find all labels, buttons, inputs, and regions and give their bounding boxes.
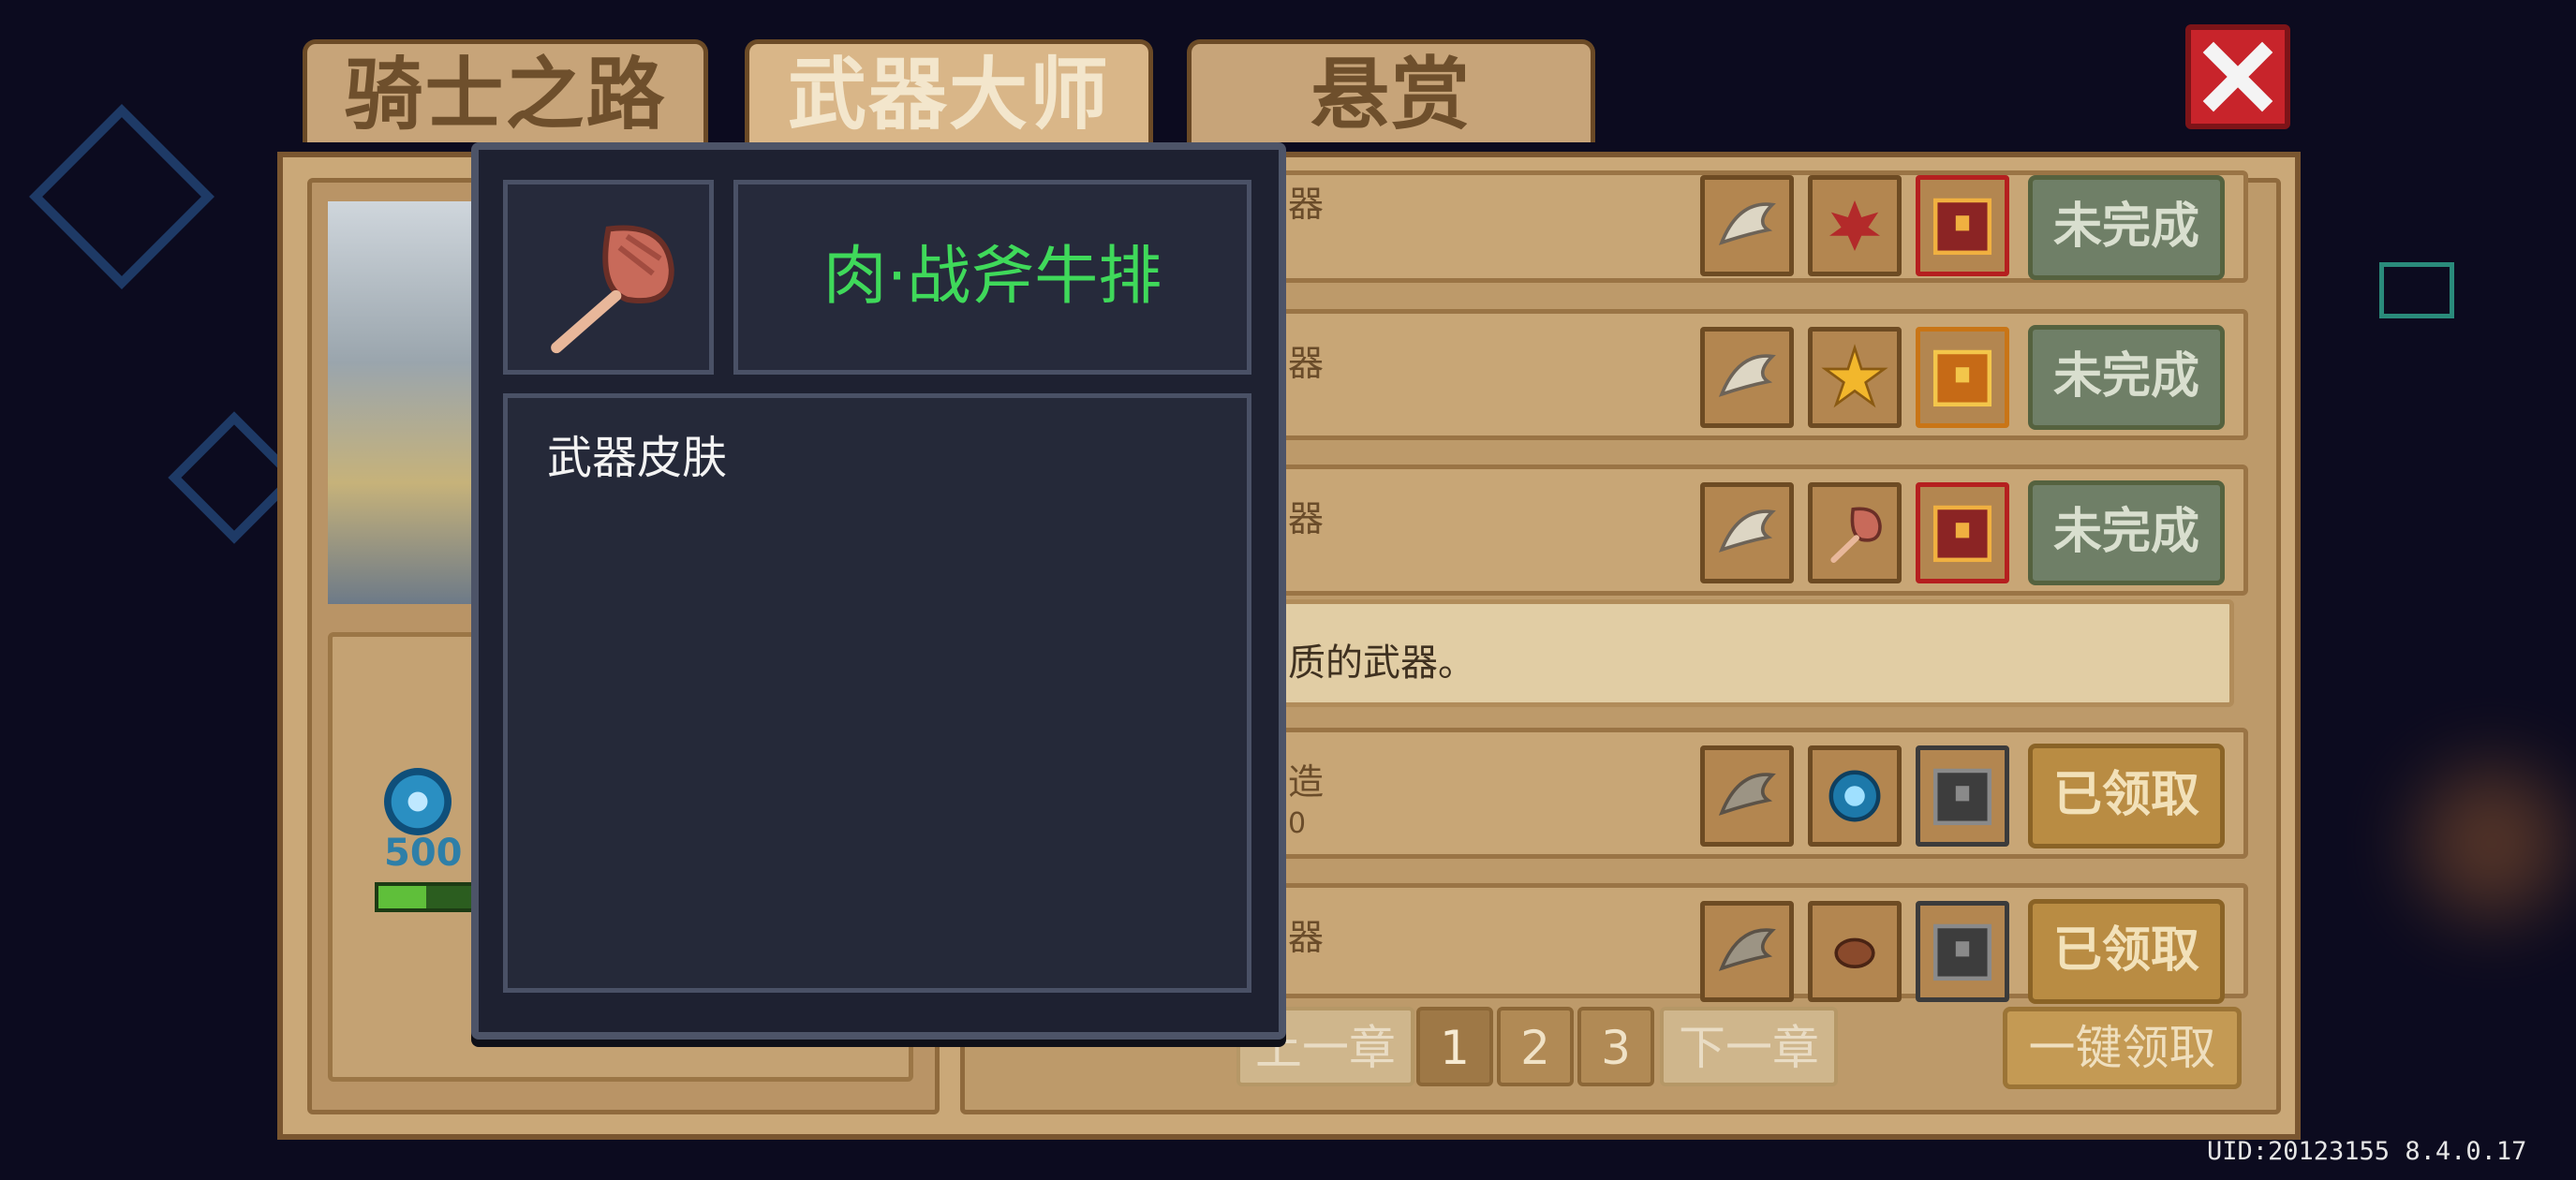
reward-slot[interactable] xyxy=(1700,482,1794,583)
status-button[interactable]: 已领取 xyxy=(2028,899,2225,1004)
chest-icon xyxy=(1932,505,1992,563)
status-button[interactable]: 已领取 xyxy=(2028,744,2225,848)
uid-version-label: UID:20123155 8.4.0.17 xyxy=(2207,1137,2527,1166)
close-icon xyxy=(2202,41,2273,112)
reward-slot[interactable] xyxy=(1700,745,1794,847)
reward-slot[interactable] xyxy=(1700,175,1794,276)
wing-icon xyxy=(1718,354,1776,397)
item-name: 肉·战斧牛排 xyxy=(733,180,1251,375)
reward-slot[interactable] xyxy=(1916,327,2009,428)
status-button[interactable]: 未完成 xyxy=(2028,480,2225,585)
blue-coin-icon xyxy=(384,768,452,835)
reward-slot[interactable] xyxy=(1808,901,1902,1002)
wing-icon xyxy=(1718,509,1776,553)
tab-knight-path[interactable]: 骑士之路 xyxy=(303,39,708,142)
task-title: 器 xyxy=(1288,184,1325,225)
task-description-text: 质的武器。 xyxy=(1288,642,1475,685)
wing-icon xyxy=(1718,928,1776,971)
task-title: 器 xyxy=(1288,343,1325,384)
reward-slot[interactable] xyxy=(1700,327,1794,428)
chest-icon xyxy=(1932,923,1992,981)
page-button-3[interactable]: 3 xyxy=(1577,1007,1654,1086)
reward-slot[interactable] xyxy=(1916,175,2009,276)
blue-coin-icon xyxy=(1828,770,1881,822)
reward-slot[interactable] xyxy=(1808,745,1902,847)
item-icon-box xyxy=(503,180,714,375)
tab-weapon-master[interactable]: 武器大师 xyxy=(745,39,1153,142)
page-button-1[interactable]: 1 xyxy=(1416,1007,1493,1086)
reward-slot[interactable] xyxy=(1808,327,1902,428)
item-description-box: 武器皮肤 xyxy=(503,393,1251,993)
item-type-label: 武器皮肤 xyxy=(547,432,728,484)
status-button[interactable]: 未完成 xyxy=(2028,325,2225,430)
background-crystal xyxy=(29,104,215,289)
maple-leaf-icon xyxy=(1829,200,1880,251)
claim-all-button[interactable]: 一键领取 xyxy=(2003,1007,2242,1089)
meat-axe-icon xyxy=(1830,507,1882,563)
progress-fill xyxy=(378,886,426,908)
tab-bounty[interactable]: 悬赏 xyxy=(1187,39,1595,142)
wing-icon xyxy=(1718,773,1776,816)
scene-preview xyxy=(328,201,478,604)
wing-icon xyxy=(1718,202,1776,245)
reward-slot[interactable] xyxy=(1808,175,1902,276)
star-icon xyxy=(1821,344,1888,408)
meat-icon xyxy=(1834,937,1875,968)
meat-axe-icon xyxy=(551,225,674,354)
task-title: 器 xyxy=(1288,498,1325,539)
chest-icon xyxy=(1932,198,1992,256)
task-subtitle: 0 xyxy=(1288,807,1307,840)
close-button[interactable] xyxy=(2185,24,2290,129)
status-button[interactable]: 未完成 xyxy=(2028,175,2225,280)
reward-progress-bar xyxy=(375,882,478,912)
reward-slot[interactable] xyxy=(1916,745,2009,847)
reward-amount: 500 xyxy=(384,832,463,875)
next-chapter-button[interactable]: 下一章 xyxy=(1660,1007,1838,1086)
task-title: 器 xyxy=(1288,917,1325,958)
reward-slot[interactable] xyxy=(1700,901,1794,1002)
background-glow xyxy=(2417,768,2567,918)
reward-slot[interactable] xyxy=(1808,482,1902,583)
reward-slot[interactable] xyxy=(1916,901,2009,1002)
chest-icon xyxy=(1932,768,1992,826)
background-sign xyxy=(2379,262,2454,318)
page-button-2[interactable]: 2 xyxy=(1497,1007,1574,1086)
task-title: 造 xyxy=(1288,761,1325,803)
chest-icon xyxy=(1932,349,1992,407)
reward-slot[interactable] xyxy=(1916,482,2009,583)
